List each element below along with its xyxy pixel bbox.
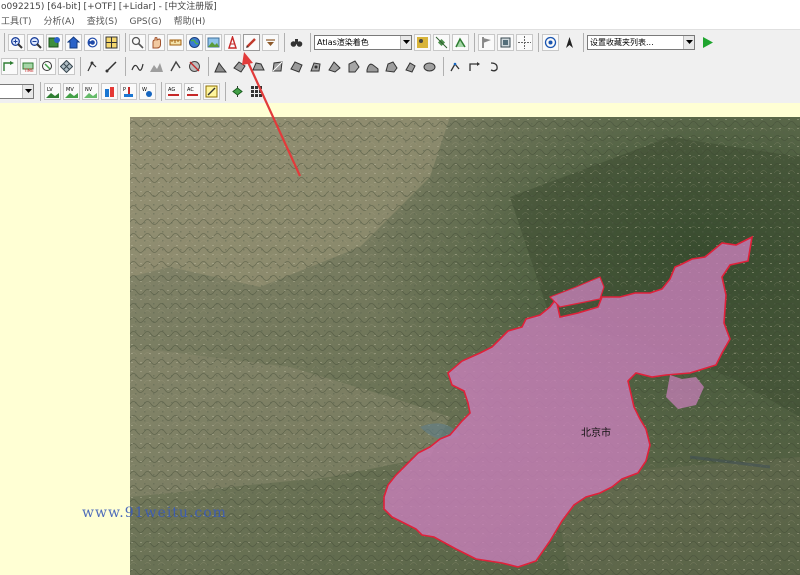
- line-tool-icon[interactable]: [103, 58, 120, 75]
- lv-icon[interactable]: LV: [44, 82, 61, 100]
- shader-select-value: Atlas渲染着色: [317, 37, 369, 47]
- edit-toolbar: TIME: [0, 54, 530, 78]
- layer-select[interactable]: [0, 83, 34, 99]
- play-icon[interactable]: [699, 34, 716, 51]
- w-icon[interactable]: W: [139, 82, 156, 100]
- p-icon[interactable]: P: [120, 82, 137, 100]
- flag-icon[interactable]: [478, 33, 495, 51]
- view-toolbar: LV MV NV P W AG AC: [0, 79, 262, 103]
- svg-text:P: P: [123, 87, 126, 93]
- network-icon[interactable]: [229, 83, 246, 100]
- globe-icon[interactable]: [186, 33, 203, 51]
- menu-help[interactable]: 帮助(H): [174, 14, 206, 29]
- svg-text:W: W: [142, 87, 147, 93]
- shader-select[interactable]: Atlas渲染着色: [314, 34, 412, 50]
- tower-icon[interactable]: [224, 33, 241, 51]
- svg-text:NV: NV: [85, 87, 93, 93]
- window-title: o092215) [64-bit] [+OTF] [+Lidar] - [中文注…: [0, 0, 800, 14]
- menu-search[interactable]: 查找(S): [87, 14, 118, 29]
- node-icon[interactable]: [84, 58, 101, 75]
- svg-text:AC: AC: [187, 87, 194, 93]
- grid-dots-icon[interactable]: [248, 83, 265, 100]
- chevron-down-icon[interactable]: [400, 35, 411, 49]
- 3d-icon[interactable]: [497, 33, 514, 51]
- terrain-icon[interactable]: [148, 58, 165, 75]
- path-icon[interactable]: [129, 58, 146, 75]
- zoom-layer-icon[interactable]: [46, 33, 63, 51]
- grid-icon[interactable]: [58, 57, 75, 75]
- layout-icon[interactable]: [103, 33, 120, 51]
- svg-text:TIME: TIME: [23, 68, 34, 73]
- vertex-icon[interactable]: [167, 58, 184, 75]
- erase-icon[interactable]: [402, 58, 419, 75]
- combine-icon[interactable]: [250, 58, 267, 75]
- menu-tools[interactable]: 工具(T): [1, 14, 32, 29]
- svg-text:AG: AG: [168, 87, 175, 93]
- edit-area-icon[interactable]: [231, 58, 248, 75]
- refresh-icon[interactable]: [84, 33, 101, 51]
- undo-arrow-icon[interactable]: [466, 58, 483, 75]
- home-icon[interactable]: [65, 33, 82, 51]
- shape-icon[interactable]: [288, 58, 305, 75]
- target-icon[interactable]: [542, 33, 559, 51]
- ac-icon[interactable]: AC: [184, 82, 201, 100]
- satellite-icon[interactable]: [433, 33, 450, 51]
- smooth-icon[interactable]: [364, 58, 381, 75]
- redo-arrow-icon[interactable]: [485, 58, 502, 75]
- shade-icon[interactable]: [452, 33, 469, 51]
- edit-icon[interactable]: [203, 82, 220, 100]
- rotate-icon[interactable]: [326, 58, 343, 75]
- nv-icon[interactable]: NV: [82, 82, 99, 100]
- pencil-edit-icon[interactable]: [243, 33, 260, 51]
- stamp-icon[interactable]: [212, 58, 229, 75]
- crosshair-icon[interactable]: [516, 33, 533, 51]
- menu-bar: 工具(T) 分析(A) 查找(S) GPS(G) 帮助(H): [0, 14, 800, 30]
- chevron-down-icon[interactable]: [22, 84, 33, 98]
- select-icon[interactable]: [39, 57, 56, 75]
- menu-gps[interactable]: GPS(G): [129, 14, 161, 29]
- split-icon[interactable]: [269, 58, 286, 75]
- chevron-down-icon[interactable]: [683, 35, 694, 49]
- building-icon[interactable]: [101, 82, 118, 100]
- zoom-in-icon[interactable]: [8, 33, 25, 51]
- pan-hand-icon[interactable]: [148, 33, 165, 51]
- watermark: www.91weitu.com: [82, 505, 227, 521]
- scale-icon[interactable]: [345, 58, 362, 75]
- favorites-select-value: 设置收藏夹列表...: [590, 37, 654, 47]
- simplify-icon[interactable]: [383, 58, 400, 75]
- favorites-select[interactable]: 设置收藏夹列表...: [587, 34, 695, 50]
- main-toolbar: Atlas渲染着色 设置收藏夹列表...: [0, 30, 800, 54]
- find-icon[interactable]: [129, 33, 146, 51]
- dropdown-icon[interactable]: [262, 33, 279, 51]
- digitize-icon[interactable]: [1, 57, 18, 75]
- move-icon[interactable]: [307, 58, 324, 75]
- svg-text:LV: LV: [47, 87, 53, 93]
- measure-icon[interactable]: [167, 33, 184, 51]
- ag-icon[interactable]: AG: [165, 82, 182, 100]
- join-icon[interactable]: [447, 58, 464, 75]
- menu-analysis[interactable]: 分析(A): [44, 14, 75, 29]
- mv-icon[interactable]: MV: [63, 82, 80, 100]
- north-arrow-icon[interactable]: [561, 34, 578, 51]
- cut-icon[interactable]: [421, 58, 438, 75]
- zoom-out-icon[interactable]: [27, 33, 44, 51]
- svg-text:MV: MV: [66, 87, 74, 93]
- satellite-map[interactable]: [130, 117, 800, 575]
- binoculars-icon[interactable]: [288, 34, 305, 51]
- layers-icon[interactable]: [414, 33, 431, 51]
- map-image-icon[interactable]: [205, 33, 222, 51]
- clip-icon[interactable]: TIME: [20, 57, 37, 75]
- beijing-label: 北京市: [581, 428, 611, 439]
- circle-select-icon[interactable]: [186, 58, 203, 75]
